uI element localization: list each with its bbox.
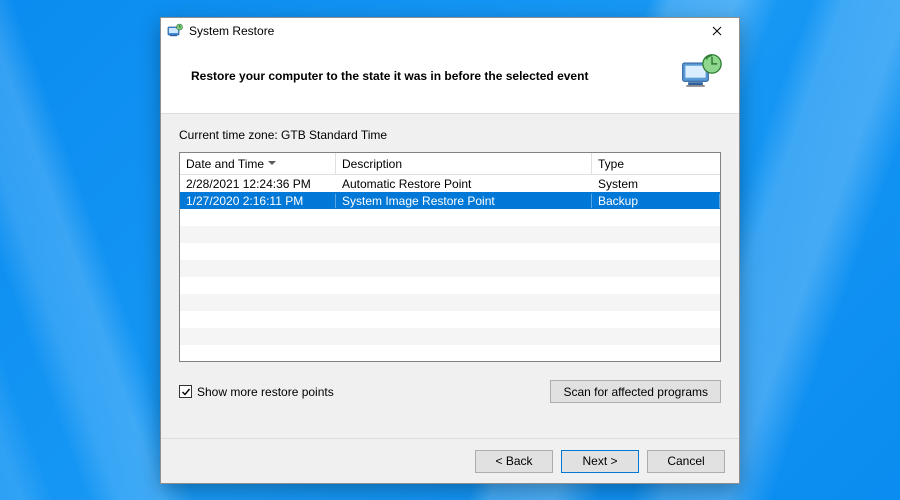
page-heading: Restore your computer to the state it wa… [191,69,679,83]
column-header-type[interactable]: Type [592,153,720,174]
table-row [180,243,720,260]
content-area: Current time zone: GTB Standard Time Dat… [161,113,739,439]
cell-datetime: 1/27/2020 2:16:11 PM [180,194,336,208]
timezone-label: Current time zone: GTB Standard Time [179,128,721,142]
table-row [180,294,720,311]
system-restore-large-icon [679,52,723,99]
cell-type: System [592,177,720,191]
table-row[interactable]: 1/27/2020 2:16:11 PMSystem Image Restore… [180,192,720,209]
system-restore-icon [167,23,183,39]
table-row [180,260,720,277]
column-header-datetime[interactable]: Date and Time [180,153,336,174]
table-row [180,226,720,243]
sort-descending-icon [268,161,276,165]
header-band: Restore your computer to the state it wa… [161,44,739,113]
list-header: Date and Time Description Type [180,153,720,175]
under-table-row: Show more restore points Scan for affect… [179,380,721,403]
table-row [180,209,720,226]
list-body: 2/28/2021 12:24:36 PMAutomatic Restore P… [180,175,720,361]
column-header-description[interactable]: Description [336,153,592,174]
cell-description: System Image Restore Point [336,194,592,208]
cell-datetime: 2/28/2021 12:24:36 PM [180,177,336,191]
next-button[interactable]: Next > [561,450,639,473]
table-row[interactable]: 2/28/2021 12:24:36 PMAutomatic Restore P… [180,175,720,192]
show-more-checkbox[interactable]: Show more restore points [179,385,334,399]
show-more-label: Show more restore points [197,385,334,399]
column-header-description-label: Description [342,157,402,171]
cancel-button[interactable]: Cancel [647,450,725,473]
system-restore-window: System Restore Restore your computer to … [160,17,740,484]
titlebar[interactable]: System Restore [161,18,739,44]
cell-description: Automatic Restore Point [336,177,592,191]
table-row [180,277,720,294]
table-row [180,345,720,361]
checkmark-icon [179,385,192,398]
table-row [180,311,720,328]
close-button[interactable] [697,18,737,44]
cell-type: Backup [592,194,720,208]
window-title: System Restore [189,24,274,38]
back-button[interactable]: < Back [475,450,553,473]
scan-affected-button[interactable]: Scan for affected programs [550,380,721,403]
column-header-type-label: Type [598,157,624,171]
footer-buttons: < Back Next > Cancel [161,439,739,483]
table-row [180,328,720,345]
restore-points-list[interactable]: Date and Time Description Type 2/28/2021… [179,152,721,362]
column-header-datetime-label: Date and Time [186,157,264,171]
